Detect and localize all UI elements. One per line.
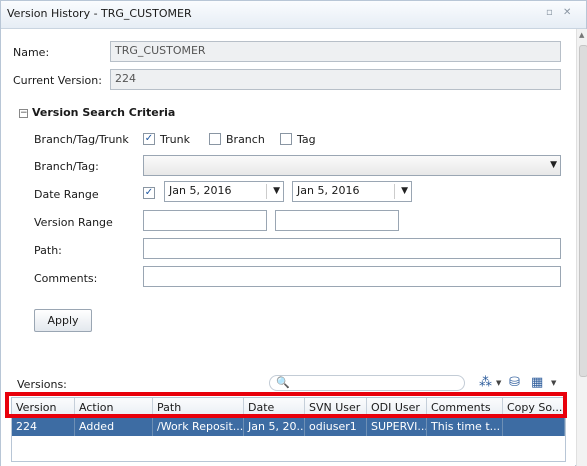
chevron-down-icon[interactable]: ▼: [496, 379, 501, 387]
name-field: TRG_CUSTOMER: [110, 41, 561, 62]
scroll-up-icon[interactable]: ▲: [579, 31, 584, 39]
apply-button[interactable]: Apply: [34, 309, 92, 332]
current-version-label: Current Version:: [13, 74, 102, 87]
date-range-checkbox[interactable]: ✓: [143, 187, 155, 199]
search-icon: 🔍: [276, 376, 290, 389]
table-cell: SUPERVI...: [367, 417, 427, 436]
version-from-input[interactable]: [143, 210, 267, 231]
table-cell: Added: [75, 417, 153, 436]
date-from-picker[interactable]: Jan 5, 2016 ▼: [164, 181, 284, 202]
tree-icon[interactable]: ⁂: [479, 375, 492, 390]
versions-label: Versions:: [17, 378, 67, 391]
chevron-down-icon: ▼: [550, 160, 557, 170]
tag-checkbox[interactable]: [280, 133, 292, 145]
vertical-scrollbar[interactable]: ▲: [576, 29, 587, 466]
comments-input[interactable]: [143, 266, 561, 287]
date-from-value: Jan 5, 2016: [169, 184, 232, 197]
branch-checkbox[interactable]: [209, 133, 221, 145]
versions-search-input[interactable]: 🔍: [269, 375, 465, 391]
highlight-box: [5, 392, 567, 418]
name-label: Name:: [13, 46, 50, 59]
branch-tag-dropdown[interactable]: ▼: [143, 155, 561, 176]
chevron-down-icon: ▼: [273, 186, 280, 196]
table-cell: odiuser1: [305, 417, 367, 436]
current-version-field: 224: [110, 69, 561, 90]
table-cell: /Work Reposit...: [153, 417, 244, 436]
trunk-label: Trunk: [160, 133, 190, 146]
window-title: Version History - TRG_CUSTOMER: [7, 7, 192, 20]
path-label: Path:: [34, 244, 62, 257]
chevron-down-icon[interactable]: ▼: [551, 379, 556, 387]
title-bar: Version History - TRG_CUSTOMER ▫ ✕: [1, 1, 586, 29]
table-cell: 224: [12, 417, 75, 436]
branch-tag-trunk-label: Branch/Tag/Trunk: [34, 133, 129, 146]
divider: [266, 184, 267, 199]
scrollbar-thumb[interactable]: [579, 45, 587, 377]
table-cell: Jan 5, 20...: [244, 417, 305, 436]
table-cell: This time t...: [427, 417, 503, 436]
date-range-label: Date Range: [34, 188, 99, 201]
version-to-input[interactable]: [275, 210, 399, 231]
restore-icon[interactable]: ▫: [546, 7, 553, 18]
divider: [394, 184, 395, 199]
date-to-picker[interactable]: Jan 5, 2016 ▼: [292, 181, 412, 202]
chevron-down-icon: ▼: [401, 186, 408, 196]
version-range-label: Version Range: [34, 216, 113, 229]
tag-label: Tag: [297, 133, 316, 146]
path-input[interactable]: [143, 238, 561, 259]
export-icon[interactable]: ⛁: [509, 375, 520, 390]
comments-label: Comments:: [34, 272, 98, 285]
branch-label: Branch: [226, 133, 265, 146]
collapse-icon[interactable]: −: [19, 109, 28, 118]
columns-icon[interactable]: ▦: [531, 375, 543, 390]
version-history-window: Version History - TRG_CUSTOMER ▫ ✕ Name:…: [0, 0, 587, 466]
date-to-value: Jan 5, 2016: [297, 184, 360, 197]
branch-tag-label: Branch/Tag:: [34, 160, 99, 173]
version-search-criteria-title: Version Search Criteria: [32, 106, 176, 119]
table-cell: [503, 417, 565, 436]
trunk-checkbox[interactable]: ✓: [143, 133, 155, 145]
close-icon[interactable]: ✕: [563, 7, 571, 18]
